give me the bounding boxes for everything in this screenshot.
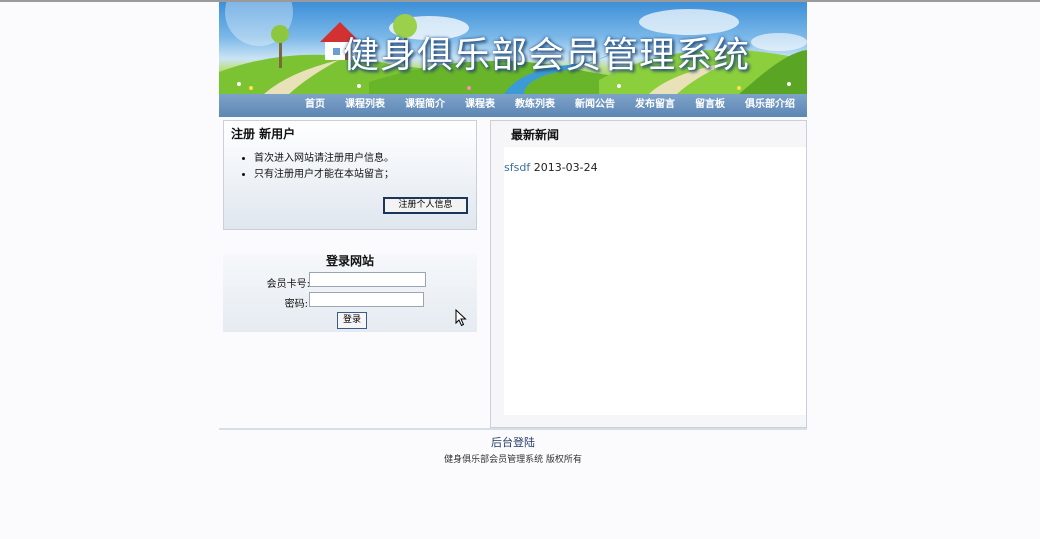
admin-login-link[interactable]: 后台登陆	[219, 434, 807, 450]
login-button[interactable]: 登录	[337, 312, 367, 329]
main-navigation: 首页 课程列表 课程简介 课程表 教练列表 新闻公告 发布留言 留言板 俱乐部介…	[219, 94, 807, 117]
news-title: 最新新闻	[511, 128, 560, 142]
site-title: 健身俱乐部会员管理系统	[343, 35, 751, 76]
nav-item-course-list[interactable]: 课程列表	[345, 94, 385, 117]
nav-item-schedule[interactable]: 课程表	[465, 94, 495, 117]
register-button[interactable]: 注册个人信息	[383, 197, 468, 214]
news-link[interactable]: sfsdf	[504, 161, 530, 174]
page-container: 健身俱乐部会员管理系统 首页 课程列表 课程简介 课程表 教练列表 新闻公告 发…	[219, 2, 807, 465]
card-number-label: 会员卡号:	[266, 279, 310, 290]
nav-item-club-intro[interactable]: 俱乐部介绍	[745, 94, 795, 117]
register-panel: 注册 新用户 首次进入网站请注册用户信息。 只有注册用户才能在本站留言； 注册个…	[223, 120, 477, 230]
news-date: 2013-03-24	[533, 161, 598, 174]
list-item: sfsdf 2013-03-24	[504, 161, 598, 174]
card-number-input[interactable]	[309, 272, 426, 287]
news-list: sfsdf 2013-03-24	[504, 147, 806, 415]
header-banner: 健身俱乐部会员管理系统	[219, 2, 807, 94]
nav-item-home[interactable]: 首页	[305, 94, 325, 117]
login-title: 登录网站	[325, 254, 374, 268]
footer-divider	[219, 428, 807, 430]
nav-item-coach-list[interactable]: 教练列表	[515, 94, 555, 117]
nav-item-message-board[interactable]: 留言板	[695, 94, 725, 117]
register-notes: 首次进入网站请注册用户信息。 只有注册用户才能在本站留言；	[224, 151, 394, 183]
password-label: 密码:	[284, 299, 308, 310]
mouse-pointer-icon	[455, 309, 467, 327]
nav-item-post-message[interactable]: 发布留言	[635, 94, 675, 117]
register-title: 注册 新用户	[231, 127, 296, 141]
nav-item-course-intro[interactable]: 课程简介	[405, 94, 445, 117]
news-panel: 最新新闻 sfsdf 2013-03-24	[490, 120, 807, 428]
login-panel: 登录网站 会员卡号: 密码: 登录	[223, 254, 477, 332]
copyright-text: 健身俱乐部会员管理系统 版权所有	[444, 455, 582, 465]
nav-item-news[interactable]: 新闻公告	[575, 94, 615, 117]
password-input[interactable]	[309, 292, 424, 307]
list-item: 首次进入网站请注册用户信息。	[254, 151, 394, 167]
list-item: 只有注册用户才能在本站留言；	[254, 167, 394, 183]
